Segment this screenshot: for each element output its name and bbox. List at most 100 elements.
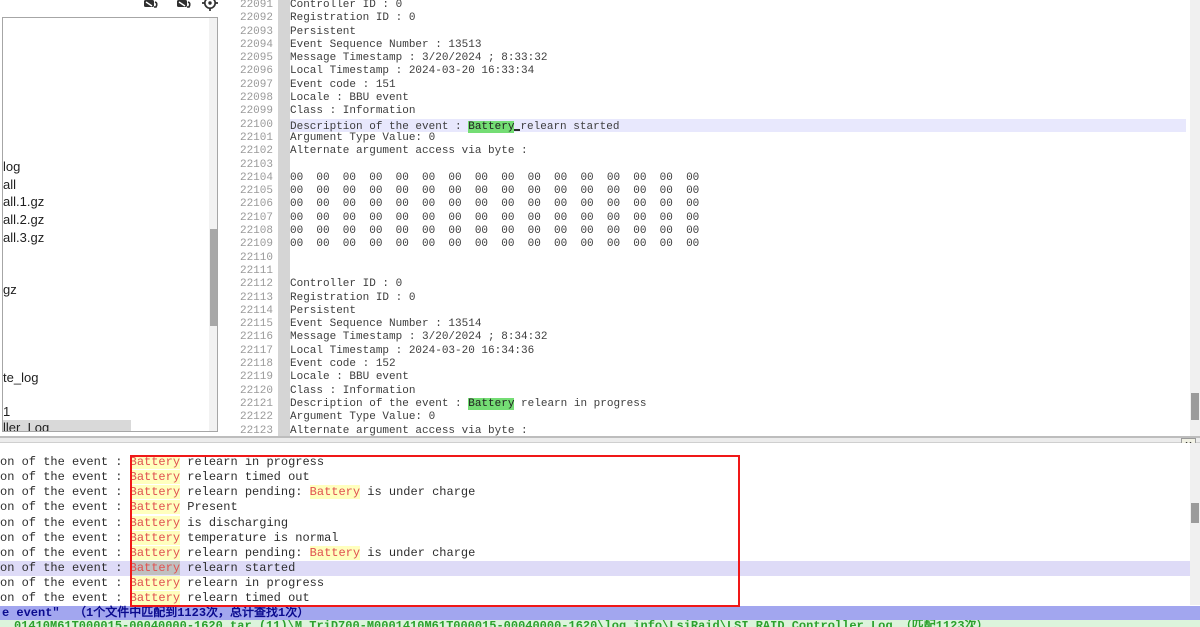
line-number: 22101 bbox=[225, 132, 273, 145]
locate-target-icon[interactable] bbox=[201, 0, 219, 13]
log-line: 00 00 00 00 00 00 00 00 00 00 00 00 00 0… bbox=[290, 212, 1190, 225]
match-highlight: Battery bbox=[130, 455, 180, 469]
log-line: Registration ID : 0 bbox=[290, 12, 1190, 25]
line-number: 22105 bbox=[225, 185, 273, 198]
search-result-row[interactable]: on of the event : Battery relearn in pro… bbox=[0, 576, 1190, 591]
file-tree-item[interactable]: te_log bbox=[3, 370, 38, 386]
match-highlight: Battery bbox=[130, 500, 180, 514]
line-number: 22104 bbox=[225, 172, 273, 185]
file-tree-item[interactable]: gz bbox=[3, 282, 17, 298]
line-number: 22106 bbox=[225, 198, 273, 211]
line-number: 22111 bbox=[225, 265, 273, 278]
line-number: 22102 bbox=[225, 145, 273, 158]
line-number: 22091 bbox=[225, 0, 273, 12]
search-result-list: on of the event : Battery relearn in pro… bbox=[0, 455, 1190, 606]
line-number: 22116 bbox=[225, 331, 273, 344]
log-line: Alternate argument access via byte : bbox=[290, 145, 1190, 158]
results-scrollbar-thumb[interactable] bbox=[1191, 503, 1199, 523]
match-highlight: Battery bbox=[130, 516, 180, 530]
bookmark-margin bbox=[278, 0, 290, 437]
highlighted-word: Battery bbox=[468, 398, 514, 410]
doc-switch-icon[interactable] bbox=[142, 0, 160, 13]
log-line: 00 00 00 00 00 00 00 00 00 00 00 00 00 0… bbox=[290, 225, 1190, 238]
log-line: Persistent bbox=[290, 26, 1190, 39]
log-line: Persistent bbox=[290, 305, 1190, 318]
panel-splitter[interactable] bbox=[0, 436, 1200, 443]
line-number: 22119 bbox=[225, 371, 273, 384]
search-result-row[interactable]: on of the event : Battery relearn pendin… bbox=[0, 546, 1190, 561]
log-line: Class : Information bbox=[290, 105, 1190, 118]
log-line: 00 00 00 00 00 00 00 00 00 00 00 00 00 0… bbox=[290, 198, 1190, 211]
line-number: 22114 bbox=[225, 305, 273, 318]
line-number: 22107 bbox=[225, 212, 273, 225]
line-number: 22096 bbox=[225, 65, 273, 78]
log-line: 00 00 00 00 00 00 00 00 00 00 00 00 00 0… bbox=[290, 172, 1190, 185]
file-tree-item[interactable]: all.2.gz bbox=[3, 212, 44, 228]
match-highlight: Battery bbox=[130, 470, 180, 484]
file-tree-item[interactable]: log bbox=[3, 159, 20, 175]
file-tree-item[interactable]: all.3.gz bbox=[3, 230, 44, 246]
line-number: 22103 bbox=[225, 159, 273, 172]
file-tree-item[interactable]: all.1.gz bbox=[3, 194, 44, 210]
log-line: Local Timestamp : 2024-03-20 16:34:36 bbox=[290, 345, 1190, 358]
search-summary[interactable]: e event" （1个文件中匹配到1123次，总计查找1次） bbox=[0, 606, 1200, 620]
log-text: Controller ID : 0Registration ID : 0Pers… bbox=[290, 0, 1190, 437]
match-highlight: Battery bbox=[130, 591, 180, 605]
line-number: 22115 bbox=[225, 318, 273, 331]
log-line: Argument Type Value: 0 bbox=[290, 411, 1190, 424]
file-tree-item[interactable]: 1 bbox=[3, 404, 10, 420]
log-line bbox=[290, 159, 1190, 172]
log-line: Description of the event : Battery relea… bbox=[290, 398, 1190, 411]
search-result-row[interactable]: on of the event : Battery relearn timed … bbox=[0, 591, 1190, 606]
log-line: 00 00 00 00 00 00 00 00 00 00 00 00 00 0… bbox=[290, 238, 1190, 251]
match-highlight: Battery bbox=[130, 531, 180, 545]
search-result-row[interactable]: on of the event : Battery Present bbox=[0, 500, 1190, 515]
log-line bbox=[290, 265, 1190, 278]
search-result-row[interactable]: on of the event : Battery relearn timed … bbox=[0, 470, 1190, 485]
sidebar-scrollbar[interactable] bbox=[209, 18, 218, 431]
sidebar-scrollbar-thumb[interactable] bbox=[210, 229, 217, 326]
log-line: Registration ID : 0 bbox=[290, 292, 1190, 305]
line-number: 22117 bbox=[225, 345, 273, 358]
log-line: 00 00 00 00 00 00 00 00 00 00 00 00 00 0… bbox=[290, 185, 1190, 198]
log-line: Event code : 151 bbox=[290, 79, 1190, 92]
search-result-row[interactable]: on of the event : Battery relearn starte… bbox=[0, 561, 1190, 576]
search-result-row[interactable]: on of the event : Battery is discharging bbox=[0, 516, 1190, 531]
log-editor[interactable]: 2209122092220932209422095220962209722098… bbox=[225, 0, 1190, 437]
line-number: 22094 bbox=[225, 39, 273, 52]
line-number: 22095 bbox=[225, 52, 273, 65]
results-scrollbar[interactable] bbox=[1190, 443, 1200, 605]
log-line: Controller ID : 0 bbox=[290, 278, 1190, 291]
search-result-row[interactable]: on of the event : Battery relearn pendin… bbox=[0, 485, 1190, 500]
line-number: 22099 bbox=[225, 105, 273, 118]
editor-scrollbar[interactable] bbox=[1190, 0, 1200, 437]
highlighted-word: Battery bbox=[468, 121, 514, 133]
file-tree-item[interactable]: all bbox=[3, 177, 16, 193]
search-result-row[interactable]: on of the event : Battery relearn in pro… bbox=[0, 455, 1190, 470]
log-line bbox=[290, 252, 1190, 265]
match-highlight: Battery bbox=[130, 485, 180, 499]
log-line: Message Timestamp : 3/20/2024 ; 8:33:32 bbox=[290, 52, 1190, 65]
log-line: Message Timestamp : 3/20/2024 ; 8:34:32 bbox=[290, 331, 1190, 344]
line-number: 22097 bbox=[225, 79, 273, 92]
search-results-panel: on of the event : Battery relearn in pro… bbox=[0, 443, 1190, 606]
search-file-path[interactable]: 01410M61T000015-00040000-1620.tar (11)\M… bbox=[0, 620, 1200, 627]
line-number: 22109 bbox=[225, 238, 273, 251]
line-number: 22100 bbox=[225, 119, 273, 132]
line-number: 22122 bbox=[225, 411, 273, 424]
editor-scrollbar-thumb[interactable] bbox=[1191, 393, 1199, 420]
line-number: 22120 bbox=[225, 385, 273, 398]
line-number: 22098 bbox=[225, 92, 273, 105]
line-number: 22093 bbox=[225, 26, 273, 39]
line-number: 22121 bbox=[225, 398, 273, 411]
match-highlight: Battery bbox=[310, 485, 360, 499]
line-number: 22112 bbox=[225, 278, 273, 291]
line-number: 22110 bbox=[225, 252, 273, 265]
line-number: 22113 bbox=[225, 292, 273, 305]
log-line: Locale : BBU event bbox=[290, 371, 1190, 384]
file-tree-panel: log allall.1.gz all.2.gz all.3.gz gz te_log 1l… bbox=[2, 17, 218, 432]
match-highlight: Battery bbox=[130, 576, 180, 590]
search-result-row[interactable]: on of the event : Battery temperature is… bbox=[0, 531, 1190, 546]
file-tree-item[interactable]: ller_Log bbox=[3, 420, 131, 432]
doc-switch-icon[interactable] bbox=[175, 0, 193, 13]
